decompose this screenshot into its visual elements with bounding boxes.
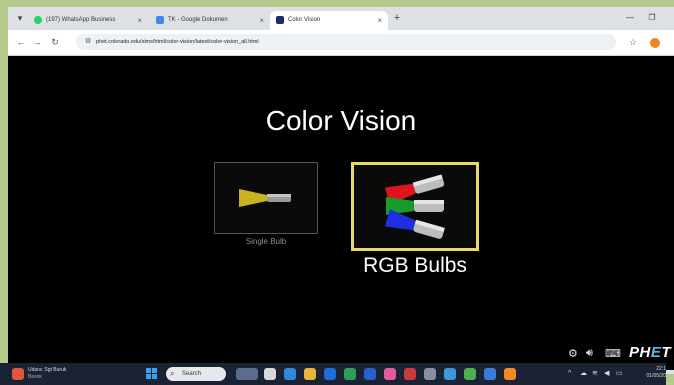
back-button[interactable]: ← — [14, 35, 28, 49]
sim-title: Color Vision — [265, 105, 417, 136]
rgb-bulbs-label: RGB Bulbs — [363, 254, 467, 277]
chrome-icon[interactable] — [304, 368, 316, 380]
windows-logo-icon — [146, 374, 151, 379]
windows-logo-icon — [146, 368, 151, 373]
tab-label: (197) WhatsApp Business — [46, 17, 116, 23]
network-icon[interactable]: ☁ — [580, 368, 587, 380]
simulation-canvas: Color Vision Single Bulb RGB Bulbs ⚙ 🔊︎ … — [8, 56, 674, 370]
windows-taskbar: Udara: Sgt Buruk Besok ⌕ Search ^ ☁ ≋ ◀ — [0, 363, 666, 385]
app-icon[interactable] — [424, 368, 436, 380]
bookmark-star-icon[interactable]: ☆ — [626, 35, 640, 49]
close-icon[interactable]: × — [259, 11, 264, 30]
app-icon[interactable] — [444, 368, 456, 380]
desktop-background: ▾ (197) WhatsApp Business × TK - Google … — [0, 0, 674, 385]
forward-button[interactable]: → — [30, 35, 44, 49]
widgets-icon[interactable] — [236, 368, 258, 380]
weather-widget[interactable]: Udara: Sgt Buruk Besok — [12, 366, 82, 382]
weather-icon — [12, 368, 24, 380]
volume-icon[interactable]: ◀ — [604, 368, 609, 380]
tab-search-icon[interactable]: ▾ — [14, 12, 26, 24]
minimize-button[interactable]: — — [623, 11, 637, 25]
wifi-icon[interactable]: ≋ — [592, 368, 598, 380]
tab-label: TK - Google Dokumen — [168, 17, 228, 23]
windows-logo-icon — [152, 374, 157, 379]
rgb-bulbs-icon — [384, 174, 445, 239]
weather-text: Udara: Sgt Buruk — [28, 367, 67, 373]
browser-window: ▾ (197) WhatsApp Business × TK - Google … — [8, 7, 674, 374]
tab-label: Color Vision — [288, 17, 321, 23]
chevron-up-icon[interactable]: ^ — [568, 368, 571, 380]
phet-logo-part: T — [661, 344, 672, 361]
phet-menu-logo[interactable]: PHET — [629, 344, 671, 361]
address-bar[interactable]: ⚙ phet.colorado.edu/sims/html/color-visi… — [76, 34, 616, 50]
app-icon[interactable] — [504, 368, 516, 380]
clock-time: 22:1 — [656, 366, 666, 372]
clock-date: 01/05/20 — [646, 373, 666, 379]
new-tab-button[interactable]: + — [391, 12, 403, 24]
search-label: Search — [182, 371, 202, 377]
start-button[interactable] — [146, 368, 158, 380]
store-icon[interactable] — [324, 368, 336, 380]
search-icon: ⌕ — [170, 369, 175, 378]
single-bulb-icon — [239, 189, 291, 207]
tab-strip: ▾ (197) WhatsApp Business × TK - Google … — [8, 7, 674, 30]
tab-whatsapp[interactable]: (197) WhatsApp Business × — [28, 11, 148, 30]
edge-icon[interactable] — [284, 368, 296, 380]
taskbar-search[interactable]: ⌕ Search — [166, 367, 226, 381]
rgb-bulbs-screen-button[interactable] — [351, 162, 479, 251]
single-bulb-screen-button[interactable] — [214, 162, 318, 234]
site-info-icon[interactable]: ⚙ — [82, 36, 94, 48]
system-clock[interactable]: 22:1 01/05/20 — [640, 366, 666, 380]
audio-icon[interactable]: 🔊︎ — [586, 347, 593, 360]
battery-icon[interactable]: ▭ — [616, 368, 623, 380]
address-url: phet.colorado.edu/sims/html/color-vision… — [96, 39, 259, 45]
google-docs-icon — [156, 16, 164, 24]
phet-logo-part: E — [650, 344, 662, 361]
app-icon[interactable] — [404, 368, 416, 380]
settings-icon[interactable]: ⚙ — [568, 347, 578, 360]
phet-logo-part: PH — [629, 344, 651, 361]
app-icon[interactable] — [464, 368, 476, 380]
phet-favicon-icon — [276, 16, 284, 24]
reload-button[interactable]: ↻ — [48, 35, 62, 49]
app-icon[interactable] — [384, 368, 396, 380]
maximize-button[interactable]: ❐ — [645, 11, 659, 25]
browser-toolbar: ← → ↻ ⚙ phet.colorado.edu/sims/html/colo… — [8, 30, 674, 56]
weather-subtext: Besok — [28, 374, 42, 380]
tab-google-docs[interactable]: TK - Google Dokumen × — [150, 11, 270, 30]
close-icon[interactable]: × — [137, 11, 142, 30]
whatsapp-icon — [34, 16, 42, 24]
tab-color-vision[interactable]: Color Vision × — [270, 11, 388, 30]
close-icon[interactable]: × — [377, 11, 382, 30]
keyboard-icon[interactable]: ⌨ — [605, 347, 621, 360]
app-icon[interactable] — [484, 368, 496, 380]
word-icon[interactable] — [364, 368, 376, 380]
windows-logo-icon — [152, 368, 157, 373]
profile-avatar[interactable] — [650, 38, 660, 48]
single-bulb-label: Single Bulb — [245, 237, 287, 246]
task-view-icon[interactable] — [264, 368, 276, 380]
excel-icon[interactable] — [344, 368, 356, 380]
